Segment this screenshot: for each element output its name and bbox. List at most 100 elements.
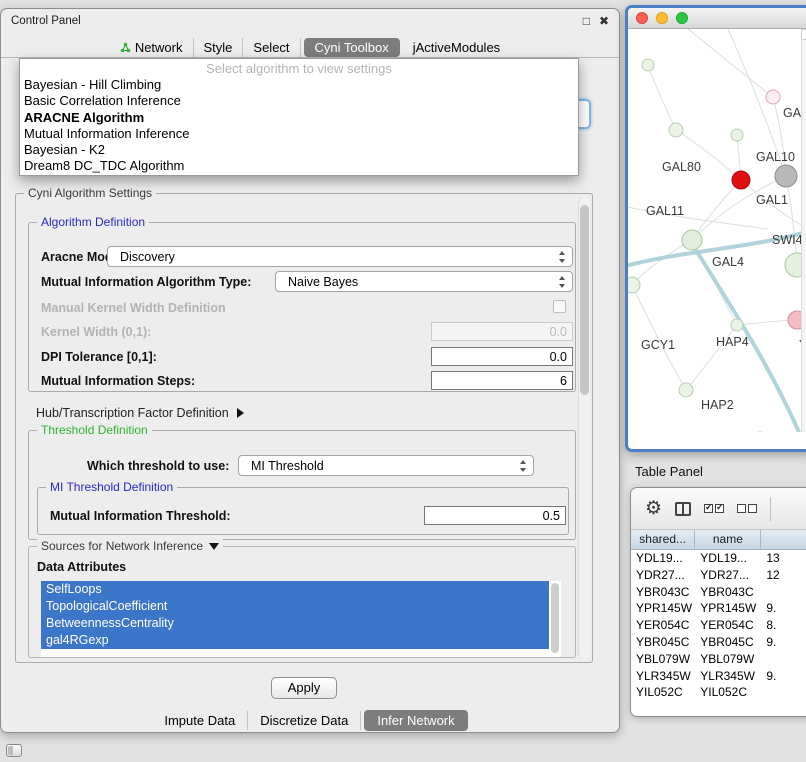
tab-select[interactable]: Select [243,38,300,57]
node-label: GAL11 [646,204,684,218]
mi-steps-label: Mutual Information Steps: [41,374,195,388]
tab-label: Cyni Toolbox [315,40,389,55]
dropdown-item-selected[interactable]: ARACNE Algorithm [20,110,578,126]
desktop: Control Panel □ ✖ Network Style [0,0,806,762]
mi-type-label: Mutual Information Algorithm Type: [41,275,251,289]
network-icon [120,42,131,53]
gear-icon[interactable]: ⚙ [645,499,662,518]
apply-button[interactable]: Apply [271,677,337,699]
selected-red-node[interactable] [732,171,750,189]
float-window-icon[interactable]: □ [583,15,590,27]
dropdown-item[interactable]: Dream8 DC_TDC Algorithm [20,158,578,174]
hub-definition-expander[interactable]: Hub/Transcription Factor Definition [36,406,244,420]
settings-scrollbar-thumb[interactable] [580,205,589,395]
tab-style[interactable]: Style [194,38,244,57]
mi-threshold-group-title: MI Threshold Definition [46,480,177,494]
list-item[interactable]: BetweennessCentrality [41,615,549,632]
cyni-algorithm-settings-group: Cyni Algorithm Settings Algorithm Defini… [15,193,593,663]
updown-arrows-icon [559,276,566,288]
table-toolbar: ⚙ [631,488,806,530]
tab-discretize-data[interactable]: Discretize Data [248,711,361,730]
gene-node[interactable] [679,383,693,397]
dropdown-item[interactable]: Bayesian - K2 [20,142,578,158]
table-row[interactable]: YDR27... YDR27... 12 [631,567,806,584]
minimize-traffic-light[interactable] [656,12,668,24]
table-row[interactable]: YER054C YER054C 8. [631,617,806,634]
list-item[interactable]: gal4RGexp [41,632,549,649]
list-item[interactable]: SelfLoops [41,581,549,598]
mi-type-select[interactable]: Naive Bayes [275,271,573,292]
node-label: GAL10 [756,150,795,164]
mi-threshold-group: MI Threshold Definition Mutual Informati… [37,487,569,535]
table-panel-window: ⚙ shared... name YDL19... YDL19... 13 [630,487,806,717]
dpi-tolerance-input[interactable] [431,347,573,366]
gene-node[interactable] [642,59,654,71]
table-row[interactable]: YBL079W YBL079W [631,651,806,668]
settings-scrollbar[interactable] [578,197,590,659]
column-header-partial[interactable] [761,530,806,549]
tab-cyni-toolbox[interactable]: Cyni Toolbox [304,38,400,57]
manual-kernel-checkbox[interactable] [553,300,566,313]
tab-label: Select [253,40,289,55]
deselect-all-checkboxes-icon[interactable] [737,504,757,513]
table-row[interactable]: YDL19... YDL19... 13 [631,550,806,567]
data-attributes-list: SelfLoops TopologicalCoefficient Between… [41,581,561,657]
dropdown-item[interactable]: Mutual Information Inference [20,126,578,142]
table-row[interactable]: YPR145W YPR145W 9. [631,600,806,617]
network-canvas[interactable]: GAL8 GAL80 GAL10 GAL11 GAL1 SWI4 GAL4 GC… [628,29,806,432]
threshold-definition-title: Threshold Definition [37,423,152,437]
collapse-down-icon [209,543,219,550]
algorithm-definition-title: Algorithm Definition [37,215,149,229]
kernel-width-label: Kernel Width (0,1): [41,325,151,339]
sources-group-header[interactable]: Sources for Network Inference [37,539,223,553]
tab-infer-network[interactable]: Infer Network [364,710,467,731]
dropdown-item[interactable]: Basic Correlation Inference [20,93,578,109]
table-row[interactable]: YBR043C YBR043C [631,584,806,601]
gene-node[interactable] [669,123,683,137]
columns-icon[interactable] [675,502,691,516]
tab-impute-data[interactable]: Impute Data [152,711,248,730]
gene-node[interactable] [731,319,743,331]
kernel-width-input[interactable] [431,322,573,341]
table-row[interactable]: YBR045C YBR045C 9. [631,634,806,651]
list-scrollbar-thumb[interactable] [551,583,559,653]
gene-node[interactable] [766,90,780,104]
gal10-node[interactable] [775,165,797,187]
updown-arrows-icon [520,460,527,472]
column-header-shared-name[interactable]: shared... [631,530,695,549]
control-panel-titlebar: Control Panel □ ✖ [1,9,619,33]
which-threshold-value: MI Threshold [251,459,324,473]
network-vertical-scrollbar[interactable] [801,29,806,432]
mi-threshold-input[interactable] [424,506,566,525]
aracne-mode-select[interactable]: Discovery [107,246,573,267]
tab-jactivemodules[interactable]: jActiveModules [403,38,510,57]
column-header-name[interactable]: name [695,530,761,549]
table-row[interactable]: YLR345W YLR345W 9. [631,668,806,685]
algorithm-dropdown-popup: Select algorithm to view settings Bayesi… [19,58,579,176]
gal4-node[interactable] [682,230,702,250]
network-scrollbar-button[interactable] [801,29,806,40]
node-label: GAL80 [662,160,701,174]
dpi-tolerance-label: DPI Tolerance [0,1]: [41,350,157,364]
expand-right-icon [237,408,244,418]
table-panel-title: Table Panel [635,464,703,479]
restore-panel-icon[interactable] [6,744,22,757]
select-all-checkboxes-icon[interactable] [704,504,724,513]
dropdown-item[interactable]: Bayesian - Hill Climbing [20,77,578,93]
table-row[interactable]: YIL052C YIL052C [631,684,806,701]
tab-network[interactable]: Network [110,38,194,57]
which-threshold-select[interactable]: MI Threshold [238,455,534,476]
updown-arrows-icon [559,251,566,263]
table-body: YDL19... YDL19... 13 YDR27... YDR27... 1… [631,550,806,701]
zoom-traffic-light[interactable] [676,12,688,24]
close-traffic-light[interactable] [636,12,648,24]
mi-threshold-label: Mutual Information Threshold: [50,509,231,523]
list-item[interactable]: TopologicalCoefficient [41,598,549,615]
close-window-icon[interactable]: ✖ [599,15,609,27]
dropdown-placeholder: Select algorithm to view settings [20,61,578,77]
gene-node[interactable] [731,129,743,141]
gene-node[interactable] [628,277,640,293]
which-threshold-label: Which threshold to use: [87,459,229,473]
node-label: SWI4 [772,233,803,247]
mi-steps-input[interactable] [431,371,573,390]
